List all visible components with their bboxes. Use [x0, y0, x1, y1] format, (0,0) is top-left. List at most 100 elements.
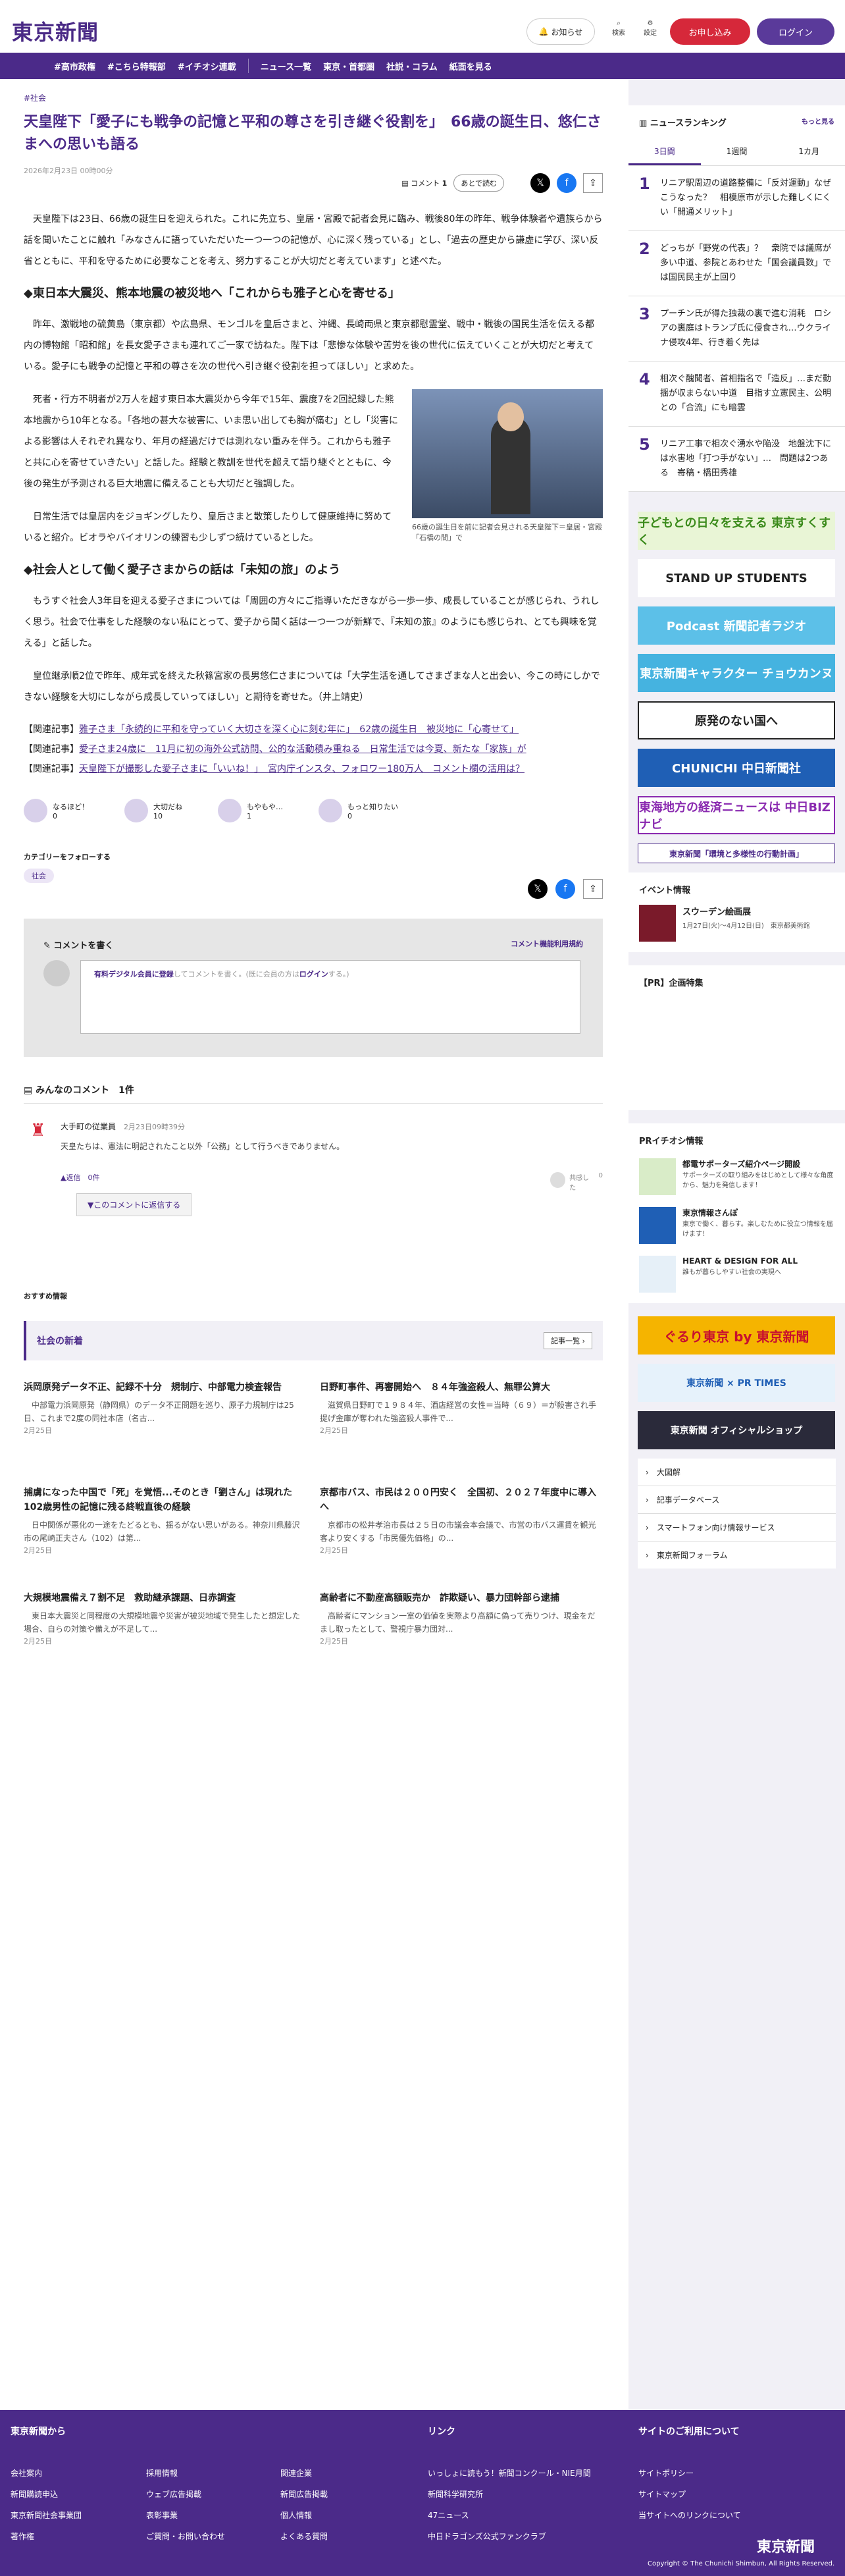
side-link[interactable]: › スマートフォン向け情報サービス	[638, 1514, 836, 1542]
reaction-button[interactable]: もやもや… 1	[218, 799, 283, 822]
ranking-more[interactable]: もっと見る	[802, 116, 834, 128]
pr-item[interactable]: 都電サポーターズ紹介ページ開設 サポーターズの取り組みをはじめとして様々な角度から…	[639, 1158, 834, 1195]
tab-3days[interactable]: 3日間	[628, 139, 701, 165]
site-logo[interactable]: 東京新聞	[12, 16, 99, 46]
event-title: イベント情報	[639, 886, 691, 896]
news-item[interactable]: 捕虜になった中国で「死」を覚悟...そのとき「劉さん」は現れた 102歳男性の記…	[24, 1486, 307, 1555]
event-name[interactable]: スウーデン絵画展	[682, 905, 810, 917]
nav-item[interactable]: #こちら特報部	[107, 60, 166, 72]
ranking-item[interactable]: 1 リニア駅周辺の道路整備に「反対運動」なぜこうなった？ 相模原市が示した難しくに…	[628, 166, 845, 231]
side-link[interactable]: › 記事データベース	[638, 1486, 836, 1514]
banner-genpatsu[interactable]: 原発のない国へ	[638, 701, 835, 739]
banner-podcast[interactable]: Podcast 新聞記者ラジオ	[638, 606, 835, 645]
nav-item[interactable]: ニュース一覧	[261, 60, 311, 72]
search-button[interactable]: ⌕ 検索	[607, 20, 630, 46]
banner-chokanu[interactable]: 東京新聞キャラクター チョウカンヌ	[638, 654, 835, 692]
comment-rules-link[interactable]: コメント機能利用規約	[511, 938, 583, 951]
subscribe-button[interactable]: お申し込み	[670, 18, 750, 45]
nav-item[interactable]: 社説・コラム	[386, 60, 438, 72]
related-item[interactable]: 【関連記事】雅子さま「永続的に平和を守っていく大切さを深く心に刻む年に」 62歳…	[24, 720, 603, 739]
reaction-button[interactable]: 大切だね 10	[124, 799, 182, 822]
reaction-icon	[319, 799, 342, 822]
chart-icon: ▥	[639, 119, 650, 128]
news-item[interactable]: 日野町事件、再審開始へ ８４年強盗殺人、無罪公算大 滋賀県日野町で１９８４年、酒店…	[320, 1380, 603, 1436]
more-link[interactable]: 記事一覧 ›	[544, 1332, 592, 1349]
follow-tag[interactable]: 社会	[24, 869, 54, 883]
social-news-list: 浜岡原発データ不正、記録不十分 規制庁、中部電力検査報告 中部電力浜岡原発（静岡県…	[24, 1360, 603, 1683]
footer-links: いっしょに読もう！新聞コンクール・NIE月間 新聞科学研究所 47ニュース 中日ドラゴ…	[428, 2469, 591, 2541]
comment-form-title: ✎ コメントを書く	[43, 941, 114, 951]
news-item[interactable]: 京都市バス、市民は２００円安く 全国初、２０２７年度中に導入へ 京都市の松井孝治市…	[320, 1486, 603, 1555]
subheading: ◆社会人として働く愛子さまからの話は「未知の旅」のよう	[24, 563, 341, 577]
ranking-item[interactable]: 5 リニア工事で相次ぐ湧水や陥没 地盤沈下には水害地「打つ手がない」… 問題は2つ…	[628, 427, 845, 492]
nav-item[interactable]: #イチオシ連載	[178, 60, 236, 72]
reaction-button[interactable]: もっと知りたい 0	[319, 799, 398, 822]
settings-button[interactable]: ⚙ 設定	[638, 20, 662, 46]
nav-item[interactable]: #高市政権	[54, 60, 95, 72]
ranking-item[interactable]: 4 相次ぐ醜聞者、首相指名で「造反」…まだ動揺が収まらない中道 目指す立憲民主、公…	[628, 362, 845, 427]
article-tag[interactable]: #社会	[24, 92, 603, 103]
article-photo[interactable]	[412, 389, 603, 518]
pr-feature-box: 【PR】企画特集	[628, 965, 845, 1110]
reaction-icon	[24, 799, 47, 822]
footer-heading: サイトのご利用について	[638, 2427, 740, 2437]
banner-chunichi[interactable]: CHUNICHI 中日新聞社	[638, 749, 835, 787]
banner-standup[interactable]: STAND UP STUDENTS	[638, 559, 835, 597]
share-icon[interactable]: ⇪	[583, 173, 603, 193]
notice-button[interactable]: 🔔 お知らせ	[526, 18, 595, 45]
banner-list-2: ぐるり東京 by 東京新聞 東京新聞 × PR TIMES 東京新聞 オフィシャ…	[628, 1303, 845, 1449]
search-icon: ⌕	[617, 20, 621, 27]
comment-textarea[interactable]: 有料デジタル会員に登録してコメントを書く。(既に会員の方はログインする。)	[80, 960, 580, 1034]
banner-environment[interactable]: 東京新聞「環境と多様性の行動計画」	[638, 844, 835, 863]
facebook-share-icon[interactable]: f	[555, 879, 575, 899]
side-link[interactable]: › 東京新聞フォーラム	[638, 1542, 836, 1569]
x-share-icon[interactable]: 𝕏	[528, 879, 548, 899]
x-share-icon[interactable]: 𝕏	[530, 173, 550, 193]
related-item[interactable]: 【関連記事】愛子さま24歳に 11月に初の海外公式訪問、公的な活動積み重ねる 日…	[24, 739, 603, 759]
reply-toggle[interactable]: ▲返信 0件	[61, 1172, 99, 1183]
read-later-button[interactable]: あとで読む	[453, 174, 504, 192]
pr-item[interactable]: 東京情報さんぽ 東京で働く、暮らす。楽しむために役立つ情報を届けます！	[639, 1207, 834, 1244]
nav-item[interactable]: 紙面を見る	[449, 60, 492, 72]
share-icon[interactable]: ⇪	[583, 879, 603, 899]
ranking-box: ▥ ニュースランキング もっと見る 3日間 1週間 1カ月 1 リニア駅周辺の道路整…	[628, 105, 845, 492]
side-link[interactable]: › 大図解	[638, 1459, 836, 1486]
follow-label: カテゴリーをフォローする	[24, 853, 111, 861]
comment-item: ♜ 大手町の従業員 2月23日09時39分 天皇たちは、憲法に明記されたこと以外…	[24, 1117, 603, 1248]
footer-links: 会社案内 新聞購読申込 東京新聞社会事業団 著作権	[11, 2469, 82, 2541]
banner-gururi[interactable]: ぐるり東京 by 東京新聞	[638, 1316, 835, 1355]
like-button[interactable]: 共感した 0	[550, 1172, 603, 1192]
tab-1week[interactable]: 1週間	[701, 139, 773, 165]
ranking-item[interactable]: 2 どっちが「野党の代表」？ 衆院では議席が多い中道、参院とあわせた「国会議員数」…	[628, 231, 845, 296]
related-item[interactable]: 【関連記事】天皇陛下が撮影した愛子さまに「いいね！」 宮内庁インスタ、フォロワー…	[24, 759, 603, 779]
banner-prtimes[interactable]: 東京新聞 × PR TIMES	[638, 1364, 835, 1402]
footer-links: サイトポリシー サイトマップ 当サイトへのリンクについて	[638, 2469, 741, 2520]
pr-thumbnail	[639, 1256, 676, 1293]
share-bar-bottom: 𝕏 f ⇪	[24, 879, 603, 899]
login-button[interactable]: ログイン	[757, 18, 834, 45]
tab-1month[interactable]: 1カ月	[773, 139, 845, 165]
event-box: イベント情報 スウーデン絵画展 1月27日(火)〜4月12日(日) 東京都美術館	[628, 872, 845, 952]
news-item[interactable]: 高齢者に不動産高額販売か 詐欺疑い、暴力団幹部ら逮捕 高齢者にマンション一室の価値…	[320, 1591, 603, 1646]
event-thumbnail[interactable]	[639, 905, 676, 942]
footer-logo[interactable]: 東京新聞	[757, 2535, 815, 2556]
news-item[interactable]: 大規模地震備え７割不足 救助継承課題、日赤調査 東日本大震災と同程度の大規模地震や…	[24, 1591, 307, 1646]
ranking-item[interactable]: 3 プーチン氏が得た独裁の裏で進む消耗 ロシアの裏庭はトランプ氏に侵食され…ウクラ…	[628, 296, 845, 362]
comment-link[interactable]: ▤ コメント 1	[401, 178, 447, 188]
footer-heading: 東京新聞から	[11, 2427, 66, 2437]
reaction-button[interactable]: なるほど！ 0	[24, 799, 89, 822]
article-title: 天皇陛下「愛子にも戦争の記憶と平和の尊さを引き継ぐ役割を」 66歳の誕生日、悠仁…	[24, 114, 602, 153]
recommend-label: おすすめ情報	[24, 1292, 67, 1301]
banner-sukusuku[interactable]: 子どもとの日々を支える 東京すくすく	[638, 512, 835, 550]
facebook-share-icon[interactable]: f	[557, 173, 576, 193]
ranking-list: 1 リニア駅周辺の道路整備に「反対運動」なぜこうなった？ 相模原市が示した難しくに…	[628, 166, 845, 492]
main-nav: #高市政権 #こちら特報部 #イチオシ連載 ニュース一覧 東京・首都圏 社説・コ…	[0, 53, 845, 79]
comment-time: 2月23日09時39分	[124, 1123, 186, 1131]
news-item[interactable]: 浜岡原発データ不正、記録不十分 規制庁、中部電力検査報告 中部電力浜岡原発（静岡県…	[24, 1380, 307, 1436]
comment-icon: ▤	[24, 1085, 36, 1096]
nav-item[interactable]: 東京・首都圏	[323, 60, 374, 72]
pr-item[interactable]: HEART & DESIGN FOR ALL 誰もが暮らしやすい社会の実現へ	[639, 1256, 834, 1293]
banner-biz[interactable]: 東海地方の経済ニュースは 中日BIZナビ	[638, 796, 835, 834]
banner-shop[interactable]: 東京新聞 オフィシャルショップ	[638, 1411, 835, 1449]
reply-button[interactable]: ▼このコメントに返信する	[76, 1193, 192, 1216]
